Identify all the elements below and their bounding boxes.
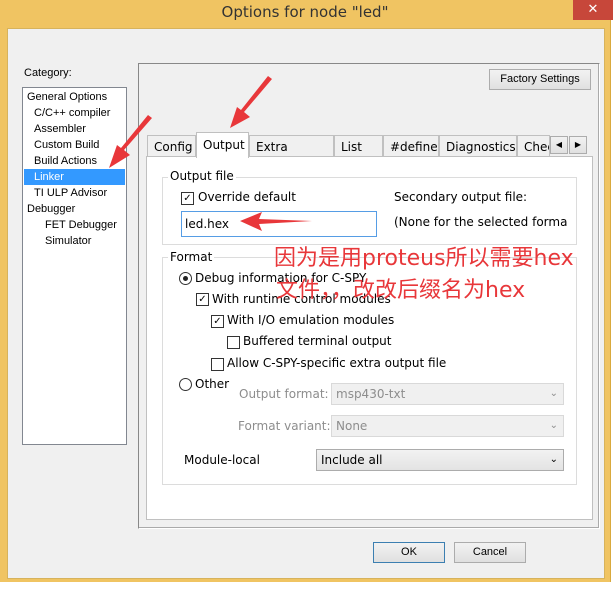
chevron-down-icon: ⌄ xyxy=(549,454,558,465)
buffered-terminal-checkbox[interactable] xyxy=(227,336,240,349)
annotation-line-2: 文件，，改改后缀名为hex xyxy=(276,278,526,303)
ok-button[interactable]: OK xyxy=(373,542,445,563)
tab-diagnostics[interactable]: Diagnostics xyxy=(439,135,517,157)
secondary-output-label: Secondary output file: xyxy=(394,190,528,204)
output-format-label: Output format: xyxy=(239,387,329,401)
chevron-down-icon: ⌄ xyxy=(549,420,558,431)
io-emulation-label: With I/O emulation modules xyxy=(227,313,395,327)
format-group-title: Format xyxy=(168,250,215,264)
category-list[interactable]: General Options C/C++ compiler Assembler Cu… xyxy=(22,87,127,445)
output-format-value: msp430-txt xyxy=(336,387,406,401)
tab-scroll-left-icon[interactable]: ◀ xyxy=(550,136,568,154)
category-item-ti-ulp-advisor[interactable]: TI ULP Advisor xyxy=(24,185,125,201)
debug-info-radio[interactable] xyxy=(179,272,192,285)
tab-config[interactable]: Config xyxy=(147,135,196,157)
category-label: Category: xyxy=(24,67,72,79)
allow-extra-output-checkbox[interactable] xyxy=(211,358,224,371)
output-filename-input[interactable] xyxy=(181,211,377,237)
other-format-radio[interactable] xyxy=(179,378,192,391)
category-item-build-actions[interactable]: Build Actions xyxy=(24,153,125,169)
category-item-fet-debugger[interactable]: FET Debugger xyxy=(24,217,125,233)
module-local-select[interactable]: Include all ⌄ xyxy=(316,449,564,471)
runtime-modules-checkbox[interactable]: ✓ xyxy=(196,293,209,306)
format-variant-select[interactable]: None ⌄ xyxy=(331,415,564,437)
module-local-label: Module-local xyxy=(184,453,260,467)
override-default-checkbox[interactable]: ✓ xyxy=(181,192,194,205)
tab-output[interactable]: Output xyxy=(196,132,249,158)
close-icon[interactable]: ✕ xyxy=(573,0,613,20)
tab-define[interactable]: #define xyxy=(383,135,439,157)
annotation-line-1: 因为是用proteus所以需要hex xyxy=(274,246,574,271)
category-item-c-c-compiler[interactable]: C/C++ compiler xyxy=(24,105,125,121)
format-variant-label: Format variant: xyxy=(238,419,331,433)
output-file-group-title: Output file xyxy=(168,169,236,183)
category-item-assembler[interactable]: Assembler xyxy=(24,121,125,137)
module-local-value: Include all xyxy=(321,453,383,467)
factory-settings-button[interactable]: Factory Settings xyxy=(489,69,591,90)
category-item-debugger[interactable]: Debugger xyxy=(24,201,125,217)
category-item-simulator[interactable]: Simulator xyxy=(24,233,125,249)
category-item-linker[interactable]: Linker xyxy=(24,169,125,185)
cancel-button[interactable]: Cancel xyxy=(454,542,526,563)
buffered-terminal-label: Buffered terminal output xyxy=(243,334,392,348)
tab-list[interactable]: List xyxy=(334,135,383,157)
tab-chec[interactable]: Chec xyxy=(517,135,550,157)
chevron-down-icon: ⌄ xyxy=(549,388,558,399)
tab-extra-output[interactable]: Extra Output xyxy=(249,135,334,157)
output-format-select[interactable]: msp430-txt ⌄ xyxy=(331,383,564,405)
io-emulation-checkbox[interactable]: ✓ xyxy=(211,315,224,328)
other-format-label: Other xyxy=(195,377,230,391)
category-item-general-options[interactable]: General Options xyxy=(24,89,125,105)
allow-extra-output-label: Allow C-SPY-specific extra output file xyxy=(227,356,447,370)
window-title: Options for node "led" xyxy=(221,3,389,21)
override-default-label: Override default xyxy=(198,190,296,204)
secondary-output-value: (None for the selected format xyxy=(394,215,567,229)
format-variant-value: None xyxy=(336,419,368,433)
category-item-custom-build[interactable]: Custom Build xyxy=(24,137,125,153)
tab-scroll-right-icon[interactable]: ▶ xyxy=(569,136,587,154)
